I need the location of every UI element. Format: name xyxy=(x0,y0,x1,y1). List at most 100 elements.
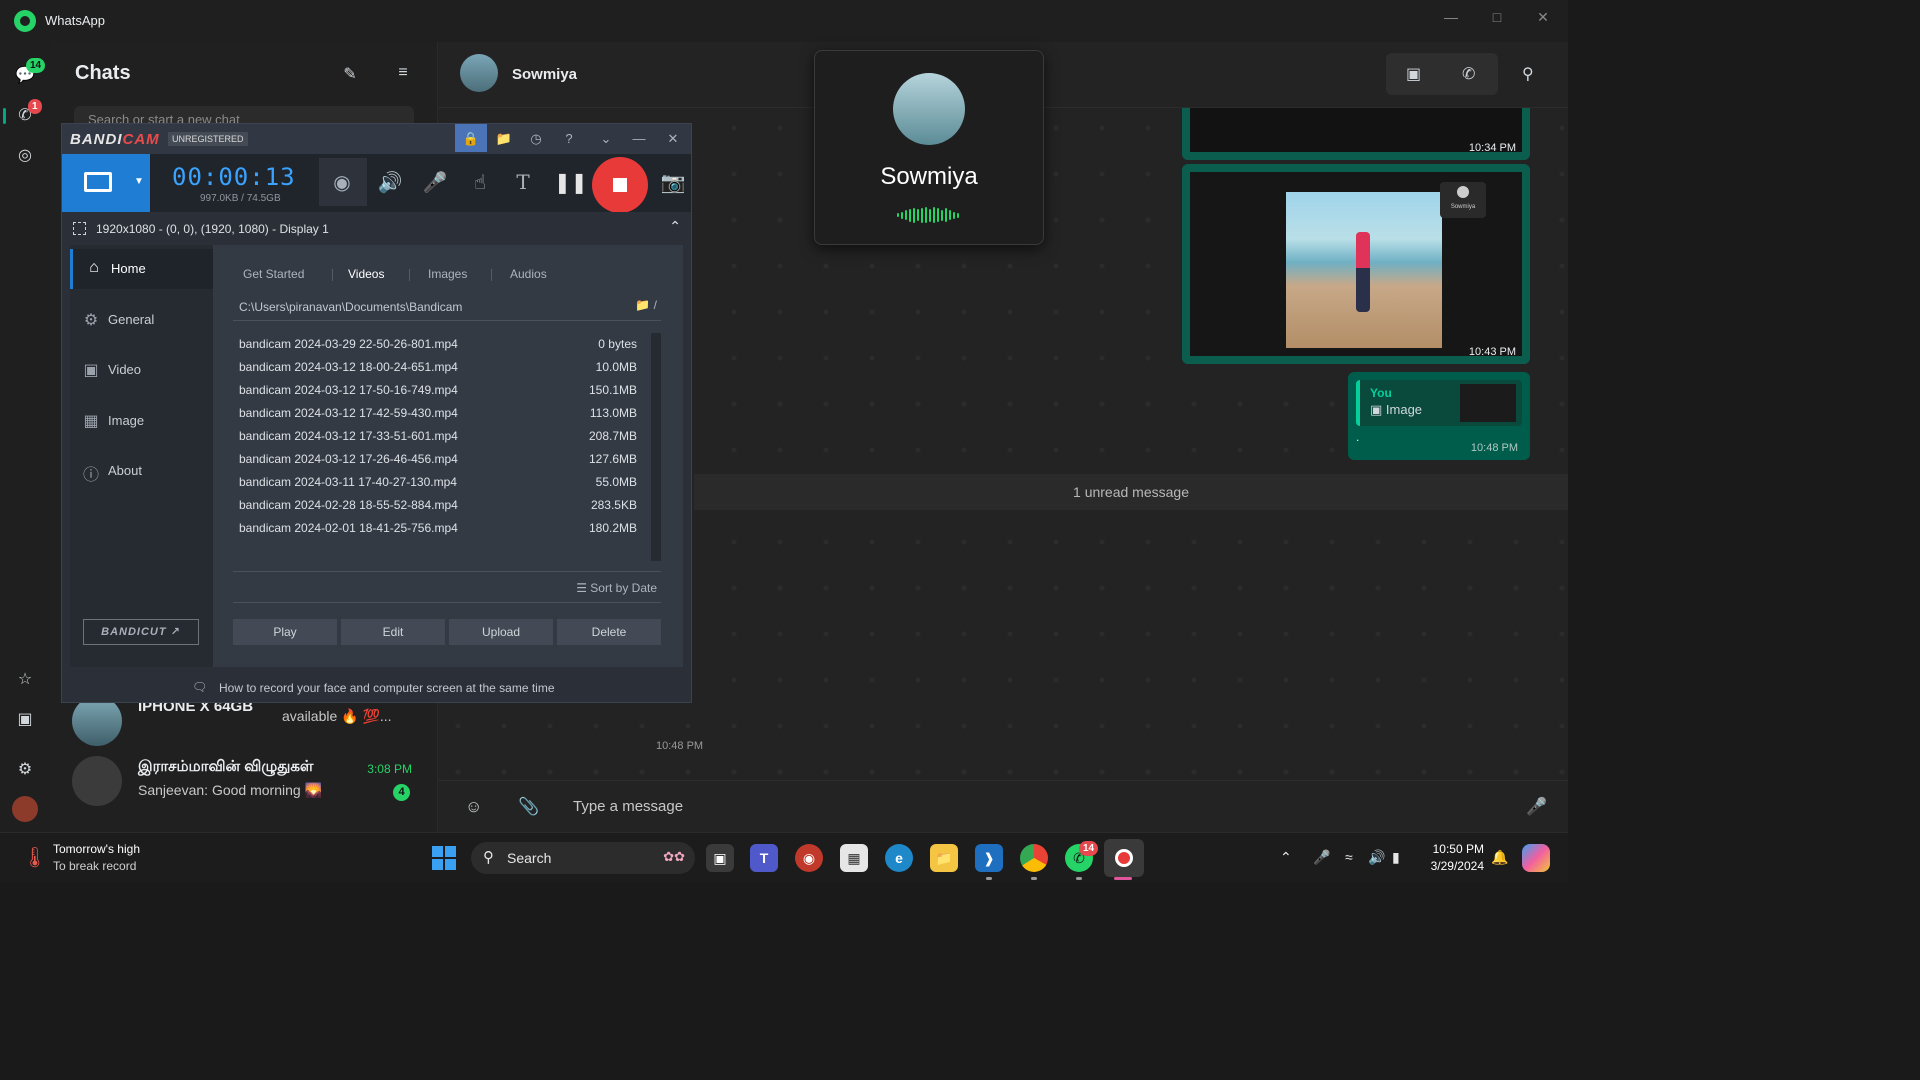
file-row[interactable]: bandicam 2024-03-29 22-50-26-801.mp4 0 by… xyxy=(239,333,639,355)
webcam-overlay-button[interactable]: ◉ xyxy=(319,158,367,206)
vscode-icon[interactable]: ❱ xyxy=(975,844,1003,872)
message-input[interactable]: Type a message xyxy=(573,798,683,815)
bandicam-taskbar-icon[interactable] xyxy=(1104,839,1144,877)
voice-call-icon[interactable]: ✆ xyxy=(1462,64,1475,84)
file-list-scrollbar[interactable] xyxy=(651,333,661,561)
camera-screenshot-icon[interactable]: 📷 xyxy=(660,170,686,195)
weather-line-2[interactable]: To break record xyxy=(53,859,136,873)
sidebar-item-video[interactable]: ▣ Video xyxy=(70,350,213,390)
microphone-muted-icon[interactable]: 🎤 xyxy=(422,170,448,195)
volume-icon[interactable]: 🔊 xyxy=(1368,849,1385,866)
battery-icon[interactable]: ▮ xyxy=(1392,849,1400,866)
wifi-icon[interactable]: ≈ xyxy=(1345,849,1353,865)
sidebar-item-about[interactable]: ⓘ About xyxy=(70,451,213,491)
microphone-icon[interactable]: 🎤 xyxy=(1526,797,1547,817)
status-nav-icon[interactable]: ◎ xyxy=(12,142,38,168)
teams-icon[interactable]: T xyxy=(750,844,778,872)
image-message[interactable]: 10:34 PM xyxy=(1182,108,1530,160)
bandicut-button[interactable]: BANDICUT ↗ xyxy=(83,619,199,645)
copilot-icon[interactable] xyxy=(1522,844,1550,872)
file-row[interactable]: bandicam 2024-03-12 18-00-24-651.mp4 10.0… xyxy=(239,356,639,378)
file-size: 55.0MB xyxy=(595,475,637,489)
microsoft-store-icon[interactable]: ▦ xyxy=(840,844,868,872)
file-row[interactable]: bandicam 2024-02-01 18-41-25-756.mp4 180.… xyxy=(239,517,639,539)
chevron-up-icon[interactable]: ⌃ xyxy=(669,218,681,235)
sidebar-item-home[interactable]: ⌂ Home xyxy=(70,249,213,289)
call-popup[interactable]: Sowmiya xyxy=(814,50,1044,245)
pause-icon[interactable]: ❚❚ xyxy=(554,170,588,195)
file-row[interactable]: bandicam 2024-03-11 17-40-27-130.mp4 55.0… xyxy=(239,471,639,493)
starred-icon[interactable]: ☆ xyxy=(12,666,38,692)
file-row[interactable]: bandicam 2024-03-12 17-33-51-601.mp4 208.… xyxy=(239,425,639,447)
maximize-button[interactable]: □ xyxy=(1482,6,1512,28)
help-icon[interactable]: ? xyxy=(558,129,580,149)
call-buttons-group xyxy=(1386,53,1498,95)
filter-icon[interactable]: ≡ xyxy=(393,64,413,84)
sidebar-item-general[interactable]: ⚙ General xyxy=(70,300,213,340)
edit-button[interactable]: Edit xyxy=(341,619,445,645)
search-icon[interactable]: ⚲ xyxy=(1522,64,1534,84)
upload-button[interactable]: Upload xyxy=(449,619,553,645)
text-overlay-icon[interactable]: T xyxy=(510,170,536,194)
stop-recording-button[interactable] xyxy=(592,157,648,213)
minimize-button[interactable]: — xyxy=(628,129,650,149)
file-row[interactable]: bandicam 2024-02-28 18-55-52-884.mp4 283.… xyxy=(239,494,639,516)
registration-badge[interactable]: UNREGISTERED xyxy=(168,132,248,146)
chevron-down-icon[interactable]: ▼ xyxy=(134,176,144,187)
clock-date[interactable]: 3/29/2024 xyxy=(1420,859,1484,873)
new-chat-icon[interactable]: ✎ xyxy=(340,64,360,84)
sidebar-item-label: Home xyxy=(111,261,146,276)
folder-icon[interactable]: 📁 xyxy=(493,129,515,149)
output-folder-path[interactable]: C:\Users\piranavan\Documents\Bandicam 📁 … xyxy=(233,293,661,321)
image-message[interactable]: Sowmiya 10:43 PM xyxy=(1182,164,1530,364)
antivirus-icon[interactable]: ◉ xyxy=(795,844,823,872)
close-button[interactable]: ✕ xyxy=(662,129,684,149)
mouse-click-icon[interactable]: ☝ xyxy=(467,170,493,195)
chrome-icon[interactable] xyxy=(1020,844,1048,872)
timer-icon[interactable]: ◷ xyxy=(525,129,547,149)
taskbar-search[interactable]: ⚲ Search ✿✿ xyxy=(471,842,695,874)
collapse-icon[interactable]: ⌄ xyxy=(595,129,617,149)
archive-icon[interactable]: ▣ xyxy=(12,706,38,732)
profile-avatar[interactable] xyxy=(12,796,38,822)
sidebar-item-image[interactable]: ▦ Image xyxy=(70,401,213,441)
emoji-icon[interactable]: ☺ xyxy=(465,797,482,817)
tab-get-started[interactable]: Get Started xyxy=(243,267,304,281)
file-name: bandicam 2024-02-28 18-55-52-884.mp4 xyxy=(239,498,458,512)
weather-line-1[interactable]: Tomorrow's high xyxy=(53,842,140,856)
open-folder-icon[interactable]: 📁 / xyxy=(635,298,657,312)
chat-list-item[interactable]: இராசம்மாவின் விழுதுகள் Sanjeevan: Good m… xyxy=(72,750,422,810)
contact-name[interactable]: Sowmiya xyxy=(512,66,577,83)
lock-icon[interactable]: 🔒 xyxy=(460,129,482,149)
screen-mode-button[interactable]: ▼ xyxy=(62,154,150,212)
close-button[interactable]: ✕ xyxy=(1528,6,1558,28)
minimize-button[interactable]: — xyxy=(1436,6,1466,28)
file-row[interactable]: bandicam 2024-03-12 17-42-59-430.mp4 113.… xyxy=(239,402,639,424)
delete-button[interactable]: Delete xyxy=(557,619,661,645)
file-row[interactable]: bandicam 2024-03-12 17-50-16-749.mp4 150.… xyxy=(239,379,639,401)
tab-images[interactable]: Images xyxy=(428,267,467,281)
contact-avatar[interactable] xyxy=(460,54,498,92)
tab-videos[interactable]: Videos xyxy=(348,267,384,281)
speaker-icon[interactable]: 🔊 xyxy=(377,170,403,195)
tab-audios[interactable]: Audios xyxy=(510,267,547,281)
reply-message[interactable]: You ▣ Image . 10:48 PM xyxy=(1348,372,1530,460)
settings-gear-icon[interactable]: ⚙ xyxy=(12,756,38,782)
capture-region-bar[interactable]: 1920x1080 - (0, 0), (1920, 1080) - Displ… xyxy=(62,212,691,244)
file-explorer-icon[interactable]: 📁 xyxy=(930,844,958,872)
sort-by-date-button[interactable]: ☰ Sort by Date xyxy=(576,581,657,595)
notification-bell-icon[interactable]: 🔔 xyxy=(1491,849,1508,866)
video-call-icon[interactable]: ▣ xyxy=(1406,64,1421,84)
quoted-message[interactable]: You ▣ Image xyxy=(1356,380,1522,426)
task-view-icon[interactable]: ▣ xyxy=(706,844,734,872)
microphone-icon[interactable]: 🎤 xyxy=(1313,849,1330,866)
windows-start-icon[interactable] xyxy=(432,846,456,870)
clock-time[interactable]: 10:50 PM xyxy=(1426,842,1484,856)
file-row[interactable]: bandicam 2024-03-12 17-26-46-456.mp4 127.… xyxy=(239,448,639,470)
tip-bar[interactable]: 🗨 How to record your face and computer s… xyxy=(62,672,691,702)
edge-icon[interactable]: e xyxy=(885,844,913,872)
attach-icon[interactable]: 📎 xyxy=(518,797,539,817)
thermometer-icon[interactable]: 🌡 xyxy=(22,845,47,871)
play-button[interactable]: Play xyxy=(233,619,337,645)
chevron-up-icon[interactable]: ⌃ xyxy=(1280,849,1292,866)
